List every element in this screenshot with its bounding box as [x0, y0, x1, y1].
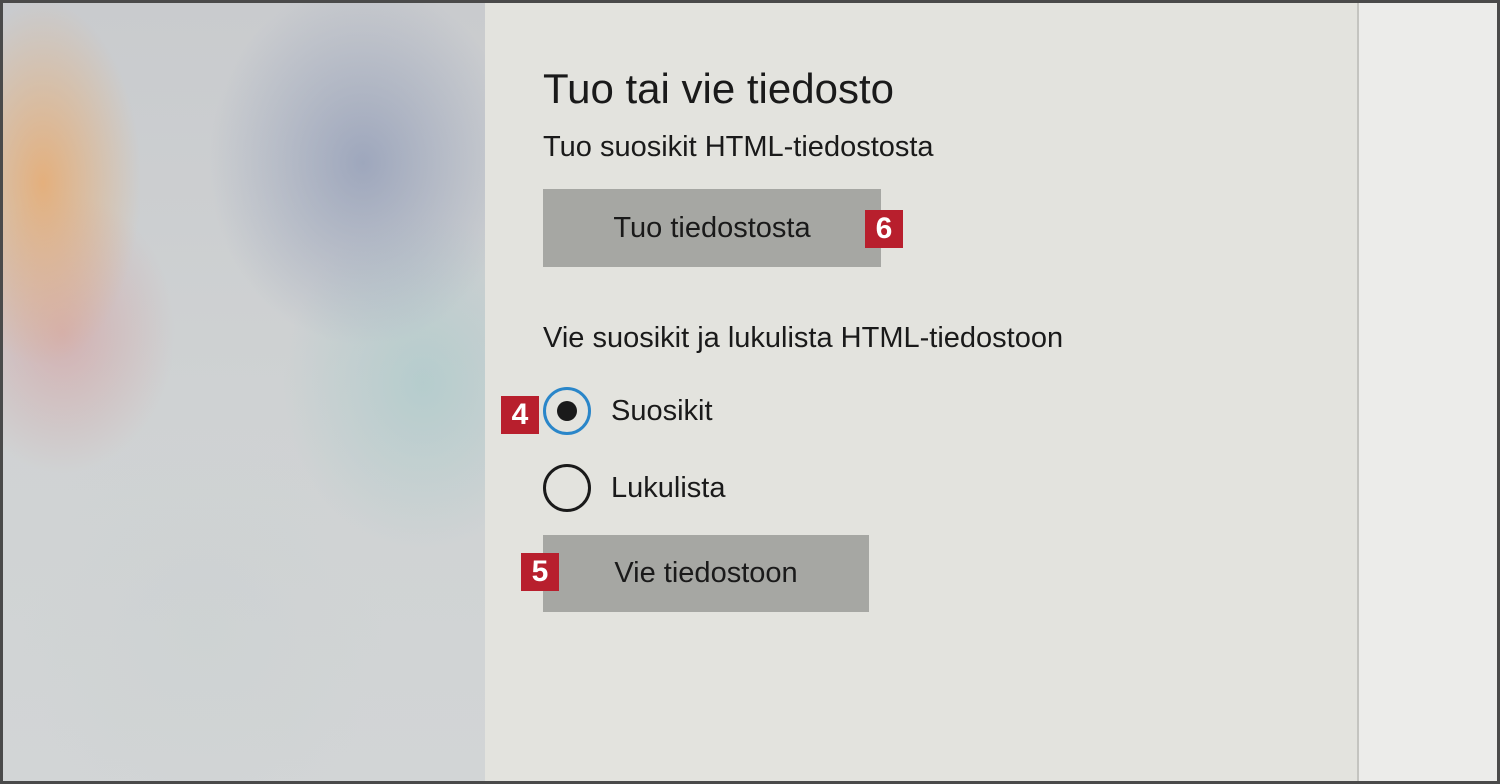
- import-from-file-button[interactable]: Tuo tiedostosta: [543, 189, 881, 267]
- import-button-label: Tuo tiedostosta: [613, 211, 811, 244]
- radio-button-favorites[interactable]: [543, 387, 591, 435]
- callout-badge-favorites: 4: [501, 396, 539, 434]
- radio-option-reading-list[interactable]: Lukulista: [543, 463, 725, 513]
- export-description: Vie suosikit ja lukulista HTML-tiedostoo…: [543, 322, 1064, 354]
- desktop-wallpaper: [3, 3, 485, 781]
- export-button-label: Vie tiedostoon: [614, 557, 798, 589]
- callout-badge-import: 6: [865, 210, 903, 248]
- radio-selected-dot: [557, 401, 577, 421]
- right-side-strip: [1357, 3, 1497, 781]
- radio-button-reading-list[interactable]: [543, 464, 591, 512]
- screenshot-frame: Tuo tai vie tiedosto Tuo suosikit HTML-t…: [0, 0, 1500, 784]
- radio-label-favorites: Suosikit: [611, 394, 713, 427]
- page-title: Tuo tai vie tiedosto: [543, 65, 894, 112]
- import-description: Tuo suosikit HTML-tiedostosta: [543, 131, 934, 163]
- callout-badge-export: 5: [521, 553, 559, 591]
- radio-option-favorites[interactable]: Suosikit: [543, 386, 713, 436]
- radio-label-reading-list: Lukulista: [611, 471, 726, 504]
- import-export-panel: Tuo tai vie tiedosto Tuo suosikit HTML-t…: [485, 3, 1357, 781]
- export-to-file-button[interactable]: Vie tiedostoon: [543, 535, 869, 612]
